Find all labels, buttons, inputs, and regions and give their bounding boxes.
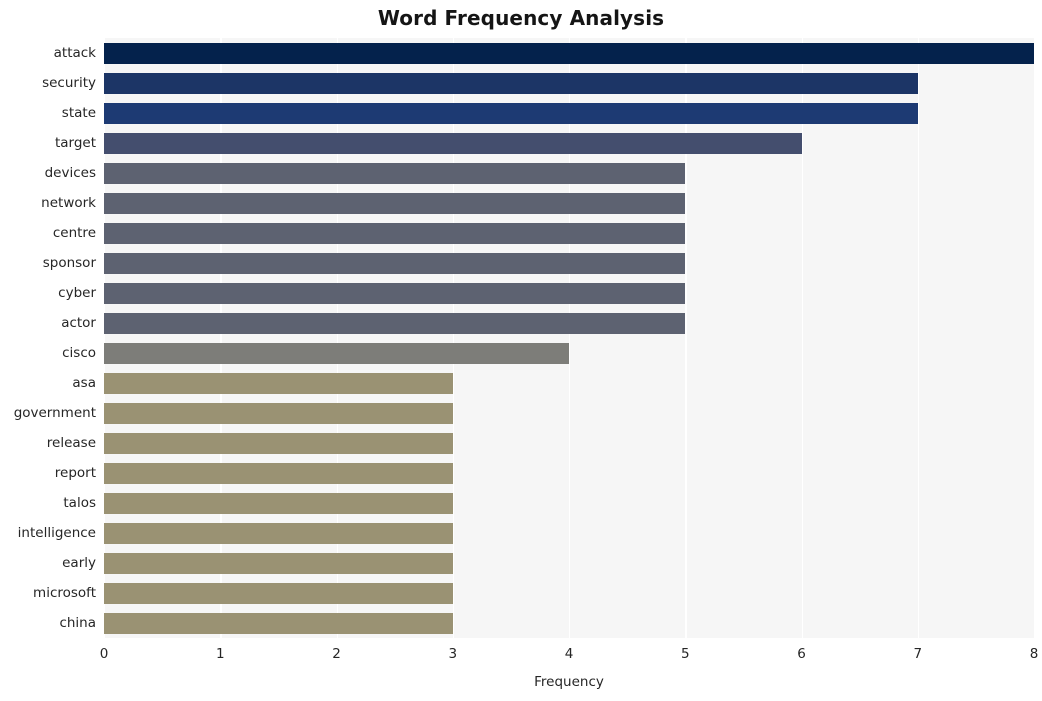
bar-centre[interactable] xyxy=(104,222,686,244)
y-tick-label-release: release xyxy=(46,435,96,451)
bar-release[interactable] xyxy=(104,432,453,454)
bar-row xyxy=(104,428,1034,458)
bar-government[interactable] xyxy=(104,402,453,424)
bar-row xyxy=(104,248,1034,278)
bar-row xyxy=(104,608,1034,638)
y-tick-label-cyber: cyber xyxy=(58,285,96,301)
x-tick-label-6: 6 xyxy=(797,646,806,662)
bar-early[interactable] xyxy=(104,552,453,574)
bar-cyber[interactable] xyxy=(104,282,686,304)
plot-area xyxy=(104,38,1034,638)
y-tick-label-microsoft: microsoft xyxy=(33,585,96,601)
chart-title: Word Frequency Analysis xyxy=(377,6,665,30)
bar-row xyxy=(104,518,1034,548)
x-tick-label-3: 3 xyxy=(448,646,458,662)
bar-row xyxy=(104,398,1034,428)
y-tick-label-talos: talos xyxy=(63,495,96,511)
bar-row xyxy=(104,128,1034,158)
y-tick-label-early: early xyxy=(62,555,96,571)
bar-security[interactable] xyxy=(104,72,918,94)
bar-microsoft[interactable] xyxy=(104,582,453,604)
bar-row xyxy=(104,308,1034,338)
bar-series xyxy=(104,38,1034,638)
bar-talos[interactable] xyxy=(104,492,453,514)
y-tick-label-devices: devices xyxy=(44,165,96,181)
bar-report[interactable] xyxy=(104,462,453,484)
bar-row xyxy=(104,188,1034,218)
bar-intelligence[interactable] xyxy=(104,522,453,544)
bar-row xyxy=(104,548,1034,578)
y-tick-label-attack: attack xyxy=(53,45,96,61)
y-tick-label-state: state xyxy=(61,105,96,121)
y-tick-label-intelligence: intelligence xyxy=(17,525,96,541)
bar-state[interactable] xyxy=(104,102,918,124)
y-tick-label-sponsor: sponsor xyxy=(42,255,96,271)
y-tick-label-china: china xyxy=(59,615,96,631)
bar-asa[interactable] xyxy=(104,372,453,394)
y-tick-label-target: target xyxy=(54,135,96,151)
bar-cisco[interactable] xyxy=(104,342,569,364)
y-tick-label-actor: actor xyxy=(61,315,96,331)
bar-row xyxy=(104,218,1034,248)
x-tick-label-7: 7 xyxy=(913,646,923,662)
chart-figure: Word Frequency Analysis attack security st… xyxy=(0,0,1042,701)
x-axis-ticks: 0 1 2 3 4 5 6 7 8 xyxy=(0,646,1042,666)
x-tick-label-2: 2 xyxy=(332,646,341,662)
bar-network[interactable] xyxy=(104,192,686,214)
y-tick-label-security: security xyxy=(42,75,96,91)
bar-actor[interactable] xyxy=(104,312,686,334)
bar-row xyxy=(104,68,1034,98)
bar-row xyxy=(104,278,1034,308)
y-tick-label-report: report xyxy=(54,465,96,481)
x-tick-label-8: 8 xyxy=(1029,646,1039,662)
y-tick-label-asa: asa xyxy=(72,375,96,391)
bar-row xyxy=(104,98,1034,128)
bar-row xyxy=(104,38,1034,68)
bar-row xyxy=(104,578,1034,608)
x-axis-label: Frequency xyxy=(534,674,604,690)
y-tick-label-cisco: cisco xyxy=(62,345,96,361)
bar-devices[interactable] xyxy=(104,162,686,184)
x-tick-label-1: 1 xyxy=(215,646,225,662)
y-tick-label-government: government xyxy=(13,405,96,421)
bar-target[interactable] xyxy=(104,132,802,154)
x-tick-label-5: 5 xyxy=(680,646,690,662)
y-axis-labels: attack security state target devices network c… xyxy=(0,38,96,638)
bar-row xyxy=(104,458,1034,488)
y-tick-label-network: network xyxy=(41,195,96,211)
bar-china[interactable] xyxy=(104,612,453,634)
bar-row xyxy=(104,488,1034,518)
bar-row xyxy=(104,338,1034,368)
bar-attack[interactable] xyxy=(104,42,1034,64)
y-tick-label-centre: centre xyxy=(52,225,96,241)
bar-row xyxy=(104,158,1034,188)
x-tick-label-4: 4 xyxy=(564,646,574,662)
bar-sponsor[interactable] xyxy=(104,252,686,274)
bar-row xyxy=(104,368,1034,398)
x-tick-label-0: 0 xyxy=(99,646,109,662)
